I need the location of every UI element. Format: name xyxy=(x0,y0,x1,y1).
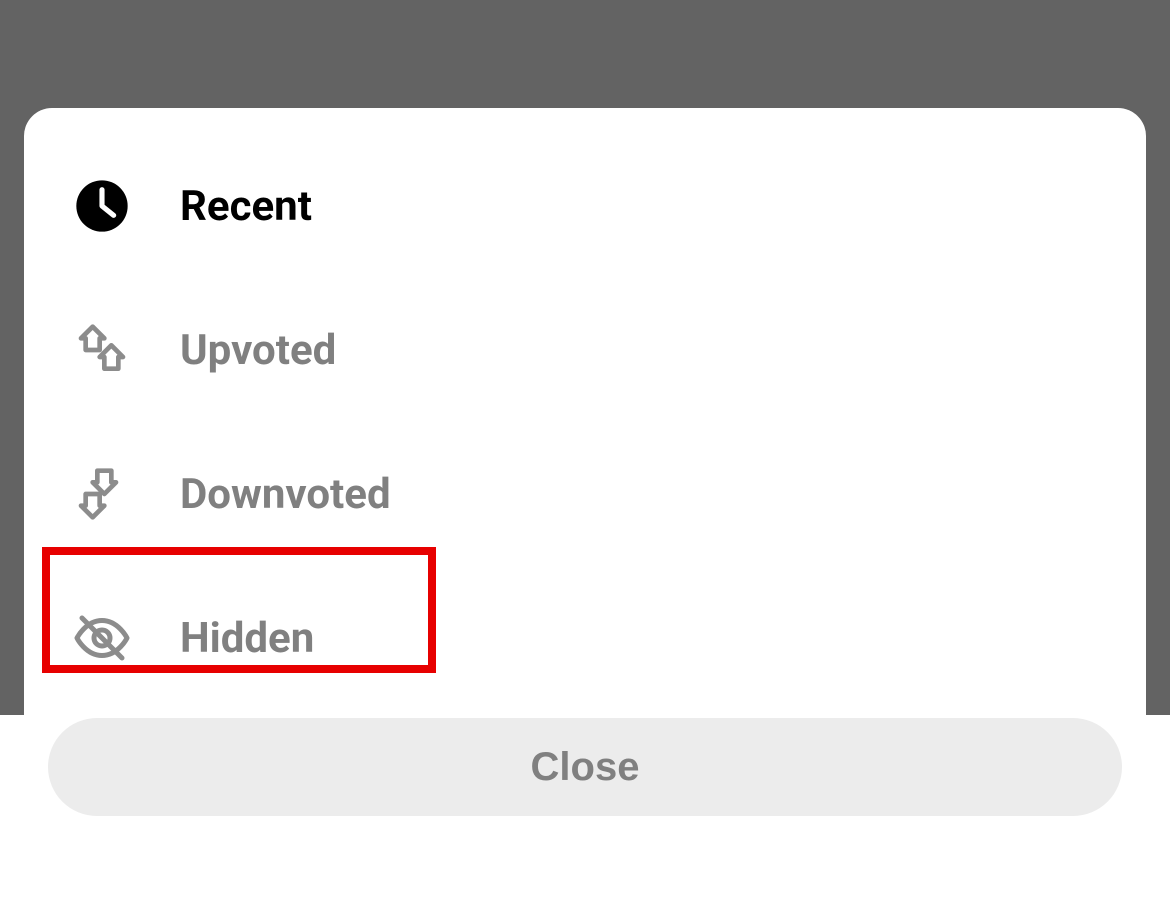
downvote-icon xyxy=(72,464,132,524)
option-label-hidden: Hidden xyxy=(180,614,314,663)
option-label-upvoted: Upvoted xyxy=(180,326,336,375)
option-recent[interactable]: Recent xyxy=(48,134,1122,278)
option-label-recent: Recent xyxy=(180,182,312,231)
option-label-downvoted: Downvoted xyxy=(180,470,391,519)
option-hidden[interactable]: Hidden xyxy=(48,566,1122,710)
filter-options-list: Recent Upvoted Downvoted xyxy=(48,134,1122,710)
option-downvoted[interactable]: Downvoted xyxy=(48,422,1122,566)
filter-menu-sheet: Recent Upvoted Downvoted xyxy=(24,108,1146,840)
close-button[interactable]: Close xyxy=(48,718,1122,816)
clock-icon xyxy=(72,176,132,236)
option-upvoted[interactable]: Upvoted xyxy=(48,278,1122,422)
eye-off-icon xyxy=(72,608,132,668)
upvote-icon xyxy=(72,320,132,380)
